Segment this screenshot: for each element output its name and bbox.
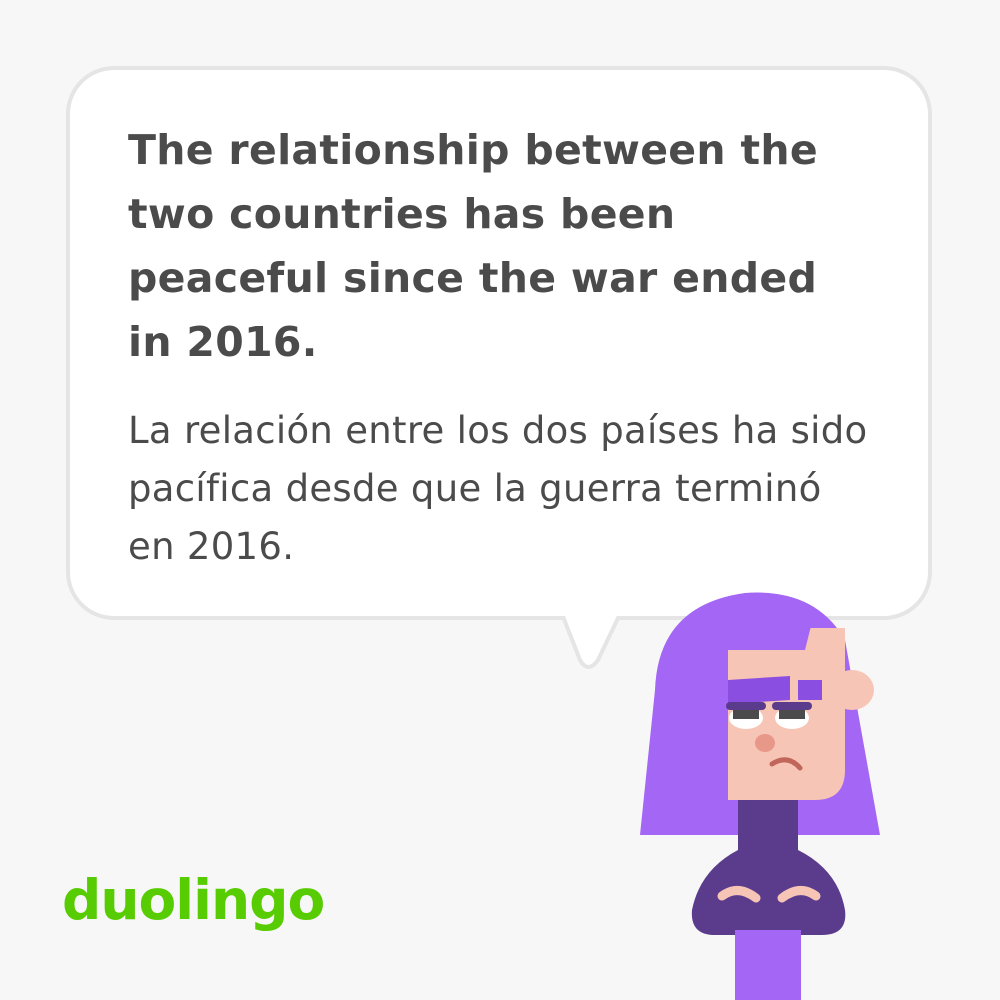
lily-character-illustration (640, 592, 880, 1000)
